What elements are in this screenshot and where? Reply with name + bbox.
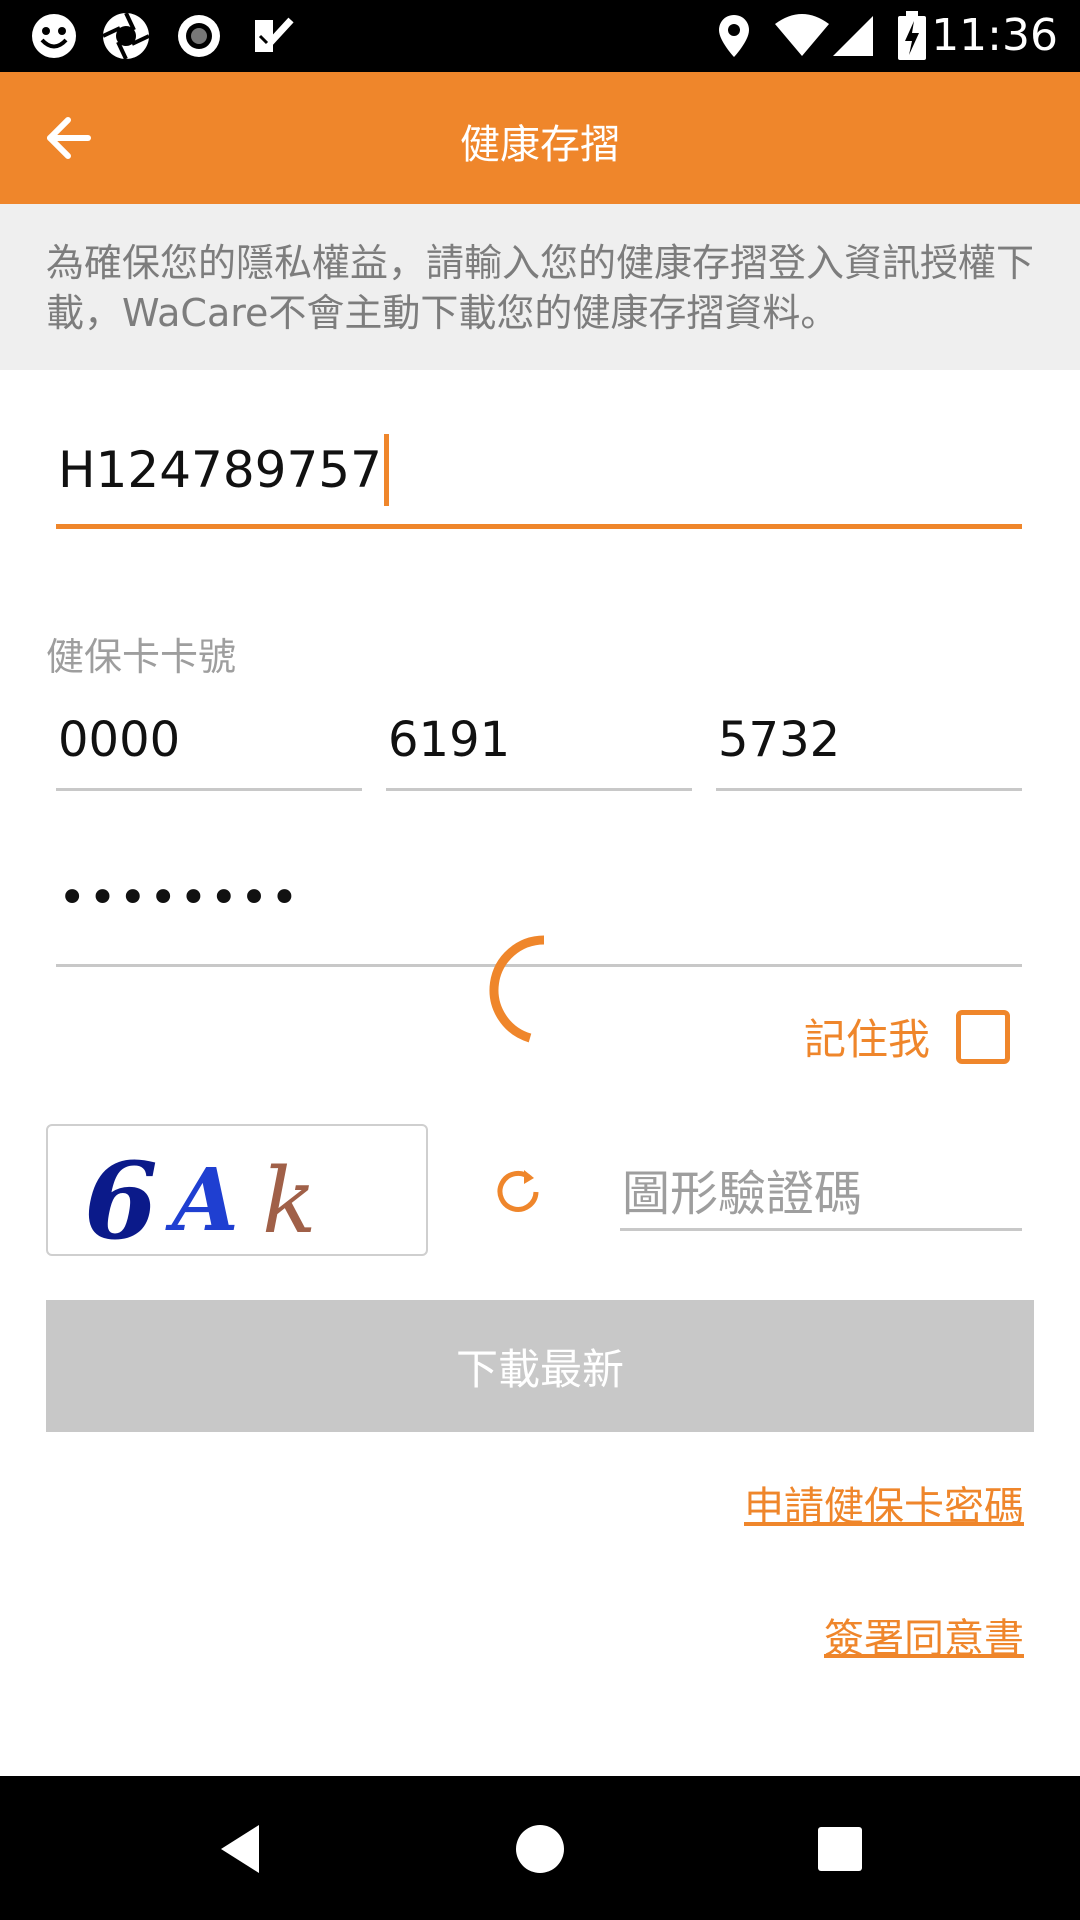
page-title: 健康存摺 [460, 122, 620, 168]
health-card-label: 健保卡卡號 [46, 635, 237, 679]
remember-me-label: 記住我 [803, 1015, 930, 1064]
clock: 11:36 [931, 10, 1058, 61]
smiley-face-icon [28, 12, 80, 60]
id-number-input[interactable]: H124789757 [56, 420, 1022, 529]
download-latest-button[interactable]: 下載最新 [46, 1300, 1034, 1432]
id-number-value: H124789757 [58, 441, 382, 499]
captcha-image: 6 A k [46, 1124, 428, 1263]
health-card-part-1-input[interactable]: 0000 [56, 706, 362, 791]
battery-charging-icon [896, 11, 928, 60]
back-triangle-icon [221, 1825, 259, 1873]
captcha-refresh-button[interactable] [490, 1164, 546, 1220]
text-caret [383, 434, 389, 506]
captcha-char-3: k [262, 1149, 317, 1254]
nav-home-button[interactable] [500, 1814, 580, 1884]
captcha-char-2: A [165, 1150, 239, 1251]
remember-me[interactable]: 記住我 [804, 1006, 1010, 1067]
health-card-part-1-value: 0000 [58, 712, 181, 768]
recents-square-icon [818, 1827, 862, 1871]
refresh-icon [497, 1170, 539, 1212]
privacy-notice: 為確保您的隱私權益，請輸入您的健康存摺登入資訊授權下載，WaCare不會主動下載… [0, 204, 1080, 370]
download-latest-label: 下載最新 [455, 1344, 624, 1394]
cell-signal-icon [830, 12, 876, 60]
captcha-input[interactable]: 圖形驗證碼 [620, 1146, 1022, 1231]
apply-card-password-link[interactable]: 申請健保卡密碼 [744, 1474, 1024, 1532]
home-circle-icon [516, 1825, 564, 1873]
captcha-char-1: 6 [84, 1138, 158, 1254]
privacy-notice-text: 為確保您的隱私權益，請輸入您的健康存摺登入資訊授權下載，WaCare不會主動下載… [46, 241, 1035, 335]
health-card-part-3-input[interactable]: 5732 [716, 706, 1022, 791]
sign-consent-link[interactable]: 簽署同意書 [824, 1606, 1024, 1664]
captcha-placeholder: 圖形驗證碼 [622, 1166, 863, 1222]
health-card-part-3-value: 5732 [718, 712, 841, 768]
location-pin-icon [716, 12, 752, 60]
loading-spinner-icon [489, 935, 545, 1043]
checklist-icon [250, 12, 296, 60]
status-bar: 11:36 [0, 0, 1080, 72]
nav-recents-button[interactable] [800, 1814, 880, 1884]
wifi-icon [772, 12, 832, 60]
password-value: •••••••• [58, 870, 301, 926]
navigation-bar [0, 1776, 1080, 1920]
remember-me-checkbox[interactable] [956, 1009, 1010, 1064]
nav-back-button[interactable] [200, 1814, 280, 1884]
camera-shutter-icon [98, 12, 154, 60]
health-card-part-2-input[interactable]: 6191 [386, 706, 692, 791]
app-bar: 健康存摺 [0, 72, 1080, 204]
health-card-part-2-value: 6191 [388, 712, 511, 768]
record-icon [174, 12, 224, 60]
